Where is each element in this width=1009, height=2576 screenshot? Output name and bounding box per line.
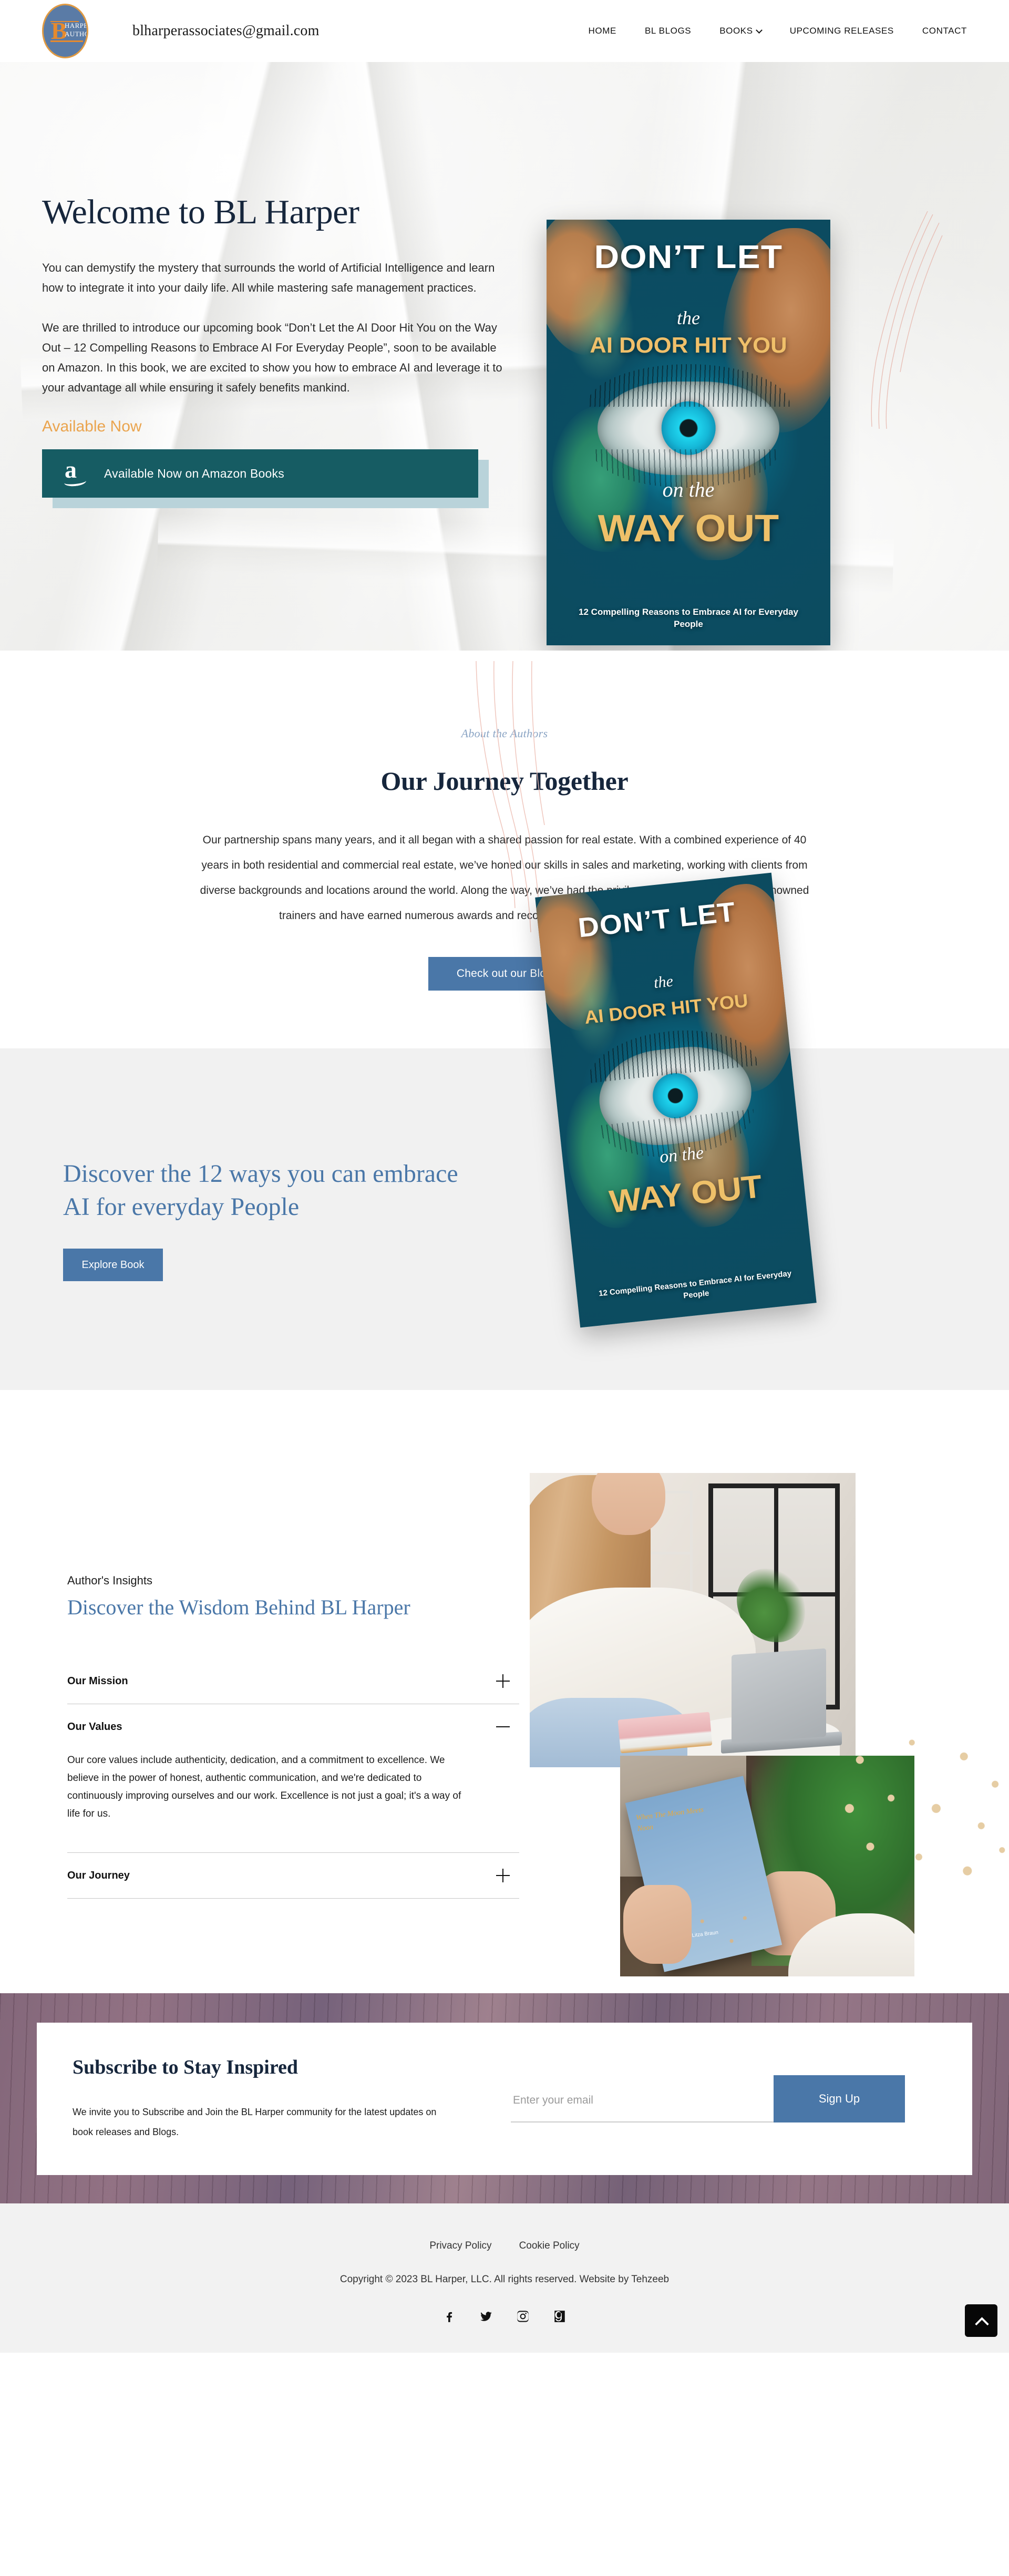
nav-item-contact[interactable]: CONTACT — [922, 26, 967, 36]
accordion-body-our-values: Our core values include authenticity, de… — [67, 1755, 461, 1819]
accordion-item-our-mission: Our Mission — [67, 1658, 519, 1704]
book-cover-line-1: DON’T LET — [594, 239, 783, 276]
amazon-buy-button[interactable]: a Available Now on Amazon Books — [42, 449, 478, 498]
discover-inner: Discover the 12 ways you can embrace AI … — [0, 1048, 1009, 1390]
insights-copy: Author's Insights Discover the Wisdom Be… — [42, 1464, 519, 1899]
book-cover-line-4: on the — [662, 478, 715, 502]
nav-item-bl-blogs[interactable]: BL BLOGS — [645, 26, 691, 36]
subscribe-copy: Subscribe to Stay Inspired We invite you… — [73, 2056, 511, 2142]
chevron-up-icon — [975, 2317, 987, 2324]
book-cover-line-3: AI DOOR HIT YOU — [590, 332, 787, 357]
minus-icon[interactable] — [494, 1718, 512, 1736]
social-links — [0, 2310, 1009, 2323]
hero-paragraph-2: We are thrilled to introduce our upcomin… — [42, 321, 502, 395]
main-nav: HOME BL BLOGS BOOKS UPCOMING RELEASES CO… — [589, 26, 967, 36]
book-cover-line-2: the — [677, 307, 700, 329]
subscribe-text: We invite you to Subscribe and Join the … — [73, 2107, 437, 2137]
page-root: B HARPER AUTHOR blharperassociates@gmail… — [0, 0, 1009, 2353]
nav-item-upcoming-releases[interactable]: UPCOMING RELEASES — [790, 26, 894, 36]
subscribe-form: Sign Up — [511, 2075, 905, 2122]
nav-label-bl-blogs: BL BLOGS — [644, 26, 692, 36]
author-working-photo — [530, 1473, 856, 1767]
amazon-icon: a — [64, 458, 87, 488]
nav-item-books[interactable]: BOOKS — [719, 26, 761, 36]
accordion-header-our-mission[interactable]: Our Mission — [67, 1658, 519, 1704]
logo-text: HARPER AUTHOR — [65, 22, 88, 38]
insights-media: When The Moon Meets Noon By Litza Braun — [526, 1464, 1009, 2057]
journey-eyebrow: About the Authors — [461, 727, 548, 740]
dots-decoration — [836, 1725, 1009, 1899]
explore-book-button[interactable]: Explore Book — [63, 1249, 163, 1282]
footer-link-cookie-policy[interactable]: Cookie Policy — [519, 2240, 580, 2252]
plus-icon[interactable] — [494, 1867, 512, 1884]
accordion-item-our-journey: Our Journey — [67, 1853, 519, 1899]
amazon-button-wrap: a Available Now on Amazon Books — [42, 449, 489, 509]
header-email[interactable]: blharperassociates@gmail.com — [132, 23, 320, 39]
subscribe-section: Subscribe to Stay Inspired We invite you… — [0, 1993, 1009, 2203]
accordion-label-our-journey: Our Journey — [67, 1869, 130, 1881]
book-cover-art: DON’T LET the AI DOOR HIT YOU on the WAY… — [535, 872, 817, 1328]
insights-eyebrow: Author's Insights — [67, 1574, 152, 1587]
subscribe-card: Subscribe to Stay Inspired We invite you… — [37, 2023, 972, 2175]
hero-paragraph-1: You can demystify the mystery that surro… — [42, 261, 495, 295]
facebook-icon[interactable] — [442, 2310, 456, 2323]
hero-copy: Welcome to BL Harper You can demystify t… — [42, 62, 526, 509]
hero-section: Welcome to BL Harper You can demystify t… — [0, 62, 1009, 651]
insights-accordion: Our Mission Our Values Our core values i… — [67, 1658, 519, 1899]
discover-book-cover[interactable]: DON’T LET the AI DOOR HIT YOU on the WAY… — [535, 872, 817, 1328]
footer-copyright: Copyright © 2023 BL Harper, LLC. All rig… — [339, 2274, 670, 2285]
amazon-button-label: Available Now on Amazon Books — [104, 466, 284, 480]
instagram-icon[interactable] — [516, 2310, 530, 2323]
email-field[interactable] — [511, 2085, 774, 2122]
insights-title: Discover the Wisdom Behind BL Harper — [67, 1595, 410, 1619]
footer-link-privacy-policy[interactable]: Privacy Policy — [429, 2240, 491, 2252]
twitter-icon[interactable] — [479, 2310, 493, 2323]
accordion-header-our-journey[interactable]: Our Journey — [67, 1853, 519, 1898]
photo-book-title: When The Moon Meets Noon — [635, 1806, 704, 1833]
nav-label-contact: CONTACT — [922, 26, 967, 36]
nav-item-home[interactable]: HOME — [589, 26, 616, 36]
logo-line-1: HARPER — [65, 22, 88, 29]
book-cover-subtitle: 12 Compelling Reasons to Embrace AI for … — [598, 1269, 792, 1301]
accordion-label-our-values: Our Values — [67, 1720, 122, 1733]
page-title: Welcome to BL Harper — [42, 193, 359, 231]
available-now-label: Available Now — [42, 418, 142, 436]
hero-book-cover[interactable]: DON’T LET the AI DOOR HIT YOU on the WAY… — [547, 220, 830, 645]
logo-bar-bottom — [50, 40, 83, 42]
footer-wrap: Privacy Policy Cookie Policy Copyright ©… — [0, 2203, 1009, 2353]
sign-up-button[interactable]: Sign Up — [774, 2075, 905, 2122]
chevron-down-icon — [757, 28, 761, 33]
journey-title: Our Journey Together — [380, 766, 629, 796]
accordion-header-our-values[interactable]: Our Values — [67, 1704, 519, 1749]
book-cover-subtitle: 12 Compelling Reasons to Embrace AI for … — [579, 606, 798, 630]
logo-line-2: AUTHOR — [65, 30, 87, 38]
journey-section: About the Authors Our Journey Together O… — [0, 651, 1009, 1048]
accordion-item-our-values: Our Values Our core values include authe… — [67, 1704, 519, 1853]
nav-label-upcoming-releases: UPCOMING RELEASES — [789, 26, 894, 36]
book-cover-line-5: WAY OUT — [598, 507, 779, 550]
nav-label-books: BOOKS — [719, 26, 753, 36]
site-logo[interactable]: B HARPER AUTHOR — [42, 4, 121, 58]
discover-copy: Discover the 12 ways you can embrace AI … — [42, 1157, 515, 1282]
scroll-to-top-button[interactable] — [965, 2304, 997, 2337]
footer-links: Privacy Policy Cookie Policy — [0, 2240, 1009, 2252]
plus-icon[interactable] — [494, 1672, 512, 1690]
site-footer: Privacy Policy Cookie Policy Copyright ©… — [0, 2203, 1009, 2353]
discover-title: Discover the 12 ways you can embrace AI … — [63, 1159, 458, 1221]
hero-inner: Welcome to BL Harper You can demystify t… — [0, 62, 1009, 509]
site-header: B HARPER AUTHOR blharperassociates@gmail… — [0, 0, 1009, 62]
logo-oval-icon: B HARPER AUTHOR — [42, 4, 88, 58]
subscribe-title: Subscribe to Stay Inspired — [73, 2056, 298, 2078]
goodreads-icon[interactable] — [553, 2310, 567, 2323]
accordion-label-our-mission: Our Mission — [67, 1675, 128, 1687]
book-cover-art: DON’T LET the AI DOOR HIT YOU on the WAY… — [547, 220, 830, 645]
insights-section: Author's Insights Discover the Wisdom Be… — [0, 1390, 1009, 1993]
insights-inner: Author's Insights Discover the Wisdom Be… — [0, 1464, 1009, 1976]
nav-label-home: HOME — [588, 26, 616, 36]
book-cover-line-1: DON’T LET — [576, 897, 737, 944]
discover-section: Discover the 12 ways you can embrace AI … — [0, 872, 1009, 1390]
